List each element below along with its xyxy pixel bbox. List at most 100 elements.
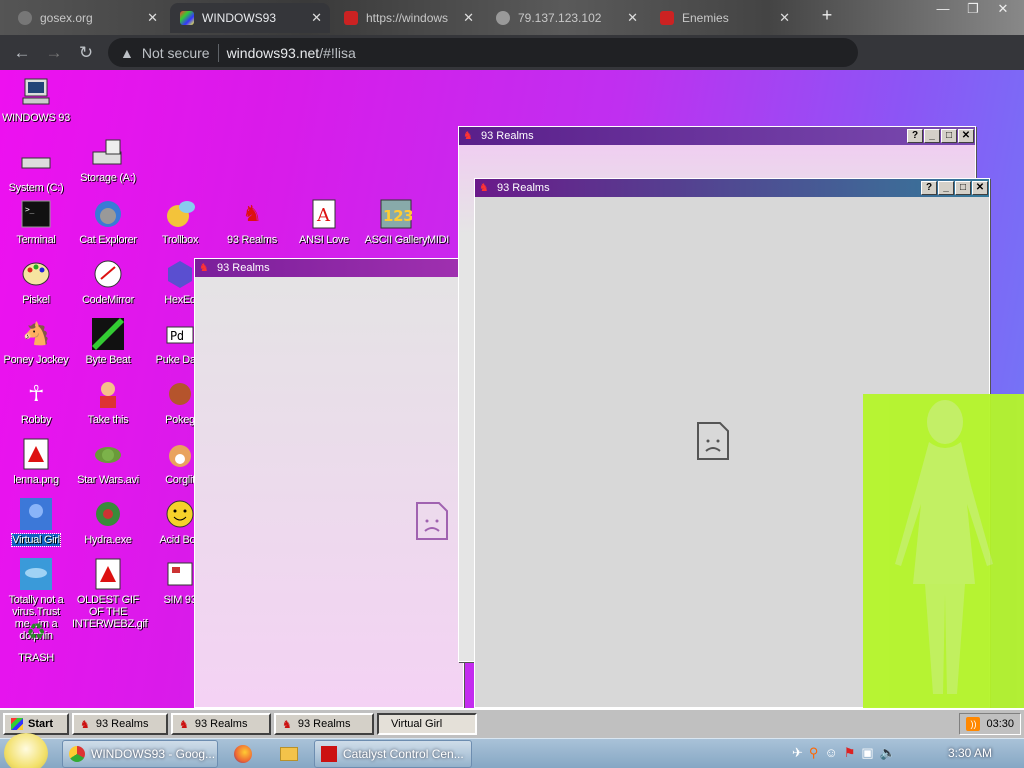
folder-icon[interactable]	[280, 747, 298, 761]
taskbar-button-chrome[interactable]: WINDOWS93 - Goog...	[62, 740, 218, 768]
close-tab-icon[interactable]: ✕	[147, 10, 158, 26]
cat-explorer-icon	[92, 198, 124, 230]
restore-window-button[interactable]: ❐	[958, 0, 988, 18]
window-title: 93 Realms	[217, 262, 270, 274]
window-title: 93 Realms	[497, 182, 550, 194]
minimize-window-button[interactable]: —	[928, 0, 958, 18]
sad-page-icon	[416, 502, 448, 540]
desktop-icon-93-realms[interactable]: ♞ 93 Realms	[216, 198, 288, 247]
close-tab-icon[interactable]: ✕	[779, 10, 790, 26]
pd-icon: Pd	[164, 318, 196, 350]
desktop-icon-system-c[interactable]: System (C:)	[0, 146, 72, 194]
browser-tab[interactable]: Enemies ✕	[650, 3, 798, 33]
robot-icon: ☥	[27, 381, 45, 406]
desktop-icon-midi[interactable]: MIDI	[420, 198, 456, 246]
tray-smiley-icon[interactable]: ☺	[824, 745, 837, 761]
browser-toolbar: ← → ↻ ▲ Not secure windows93.net /#!lisa…	[0, 35, 1024, 97]
maximize-button[interactable]: □	[941, 129, 957, 143]
browser-tab[interactable]: https://windows ✕	[334, 3, 482, 33]
desktop-icon-take-this[interactable]: Take this	[72, 378, 144, 426]
desktop-icon-ansi-love[interactable]: A ANSI Love	[288, 198, 360, 246]
trash-icon: ♻	[26, 619, 46, 644]
desktop-icon-poney-jockey[interactable]: 🐴 Poney Jockey	[0, 318, 72, 367]
codemirror-icon	[92, 258, 124, 290]
desktop-icon-cat-explorer[interactable]: Cat Explorer	[72, 198, 144, 246]
corgi-icon	[164, 438, 196, 470]
reload-icon[interactable]: ↻	[70, 37, 102, 69]
tab-label: 79.137.123.102	[518, 11, 602, 25]
window-titlebar[interactable]: ♞ 93 Realms ? _ □ ✕	[459, 127, 975, 145]
minimize-button[interactable]: _	[924, 129, 940, 143]
desktop-icon-codemirror[interactable]: CodeMirror	[72, 258, 144, 306]
network-icon[interactable]: ▣	[861, 745, 873, 761]
window-titlebar[interactable]: ♞ 93 Realms ? _ □ ✕	[475, 179, 989, 197]
taskbar-button[interactable]: ♞ 93 Realms	[171, 713, 271, 735]
desktop-icon-terminal[interactable]: >_ Terminal	[0, 198, 72, 246]
forward-arrow-icon[interactable]: →	[38, 37, 70, 69]
close-button[interactable]: ✕	[958, 129, 974, 143]
tray-clock: 03:30	[986, 718, 1014, 730]
close-tab-icon[interactable]: ✕	[463, 10, 474, 26]
window-titlebar[interactable]: ♞ 93 Realms	[195, 259, 463, 277]
tray-app-icon[interactable]: ✈	[792, 745, 803, 761]
firefox-icon[interactable]	[234, 745, 252, 763]
back-arrow-icon[interactable]: ←	[6, 37, 38, 69]
terminal-icon: >_	[20, 198, 52, 230]
desktop-icon-trollbox[interactable]: Trollbox	[144, 198, 216, 246]
desktop-icon-star-wars[interactable]: Star Wars.avi	[72, 438, 144, 486]
realms-favicon	[344, 11, 358, 25]
tab-label: WINDOWS93	[202, 11, 277, 25]
realms-icon: ♞	[179, 718, 189, 731]
taskbar-button-active[interactable]: Virtual Girl	[377, 713, 477, 735]
close-button[interactable]: ✕	[972, 181, 988, 195]
host-os-taskbar: WINDOWS93 - Goog... Catalyst Control Cen…	[0, 733, 1024, 768]
desktop-icon-hydra[interactable]: Hydra.exe	[72, 498, 144, 546]
realms-window-1[interactable]: ♞ 93 Realms	[194, 258, 464, 708]
win93-taskbar: Start ♞ 93 Realms ♞ 93 Realms ♞ 93 Realm…	[0, 708, 1024, 738]
close-tab-icon[interactable]: ✕	[627, 10, 638, 26]
taskbar-button[interactable]: ♞ 93 Realms	[72, 713, 168, 735]
address-bar[interactable]: ▲ Not secure windows93.net /#!lisa	[108, 38, 858, 67]
close-window-button[interactable]: ✕	[988, 0, 1018, 18]
taskbar-button-catalyst[interactable]: Catalyst Control Cen...	[314, 740, 472, 768]
dolphin-icon	[20, 558, 52, 590]
taskbar-button[interactable]: ♞ 93 Realms	[274, 713, 374, 735]
tab-label: Enemies	[682, 11, 729, 25]
realms-icon: ♞	[463, 130, 473, 142]
floppy-drive-icon	[92, 136, 124, 168]
warning-icon: ▲	[120, 44, 134, 61]
desktop-icon-windows93[interactable]: WINDOWS 93	[0, 76, 72, 124]
desktop-icon-piskel[interactable]: Piskel	[0, 258, 72, 306]
help-button[interactable]: ?	[907, 129, 923, 143]
desktop-icon-byte-beat[interactable]: Byte Beat	[72, 318, 144, 366]
browser-tab[interactable]: 79.137.123.102 ✕	[486, 3, 646, 33]
start-button[interactable]: Start	[3, 713, 69, 735]
yoda-icon	[92, 438, 124, 470]
security-label[interactable]: Not secure	[142, 45, 210, 61]
desktop-icon-oldest-gif[interactable]: OLDEST GIF OF THE INTERWEBZ.gif	[72, 558, 148, 630]
rss-icon[interactable]: ))	[966, 717, 981, 731]
tab-label: https://windows	[366, 11, 449, 25]
pony-icon: 🐴	[22, 321, 50, 346]
desktop-icon-lenna[interactable]: lenna.png	[0, 438, 72, 486]
svg-text:A: A	[316, 205, 331, 226]
close-tab-icon[interactable]: ✕	[311, 10, 322, 26]
window-title: 93 Realms	[481, 130, 534, 142]
browser-tab[interactable]: gosex.org ✕	[8, 3, 166, 33]
desktop-icon-robby[interactable]: ☥ Robby	[0, 378, 72, 427]
trollbox-icon	[164, 198, 196, 230]
new-tab-button[interactable]: +	[812, 6, 842, 24]
browser-tab-active[interactable]: WINDOWS93 ✕	[170, 3, 330, 33]
desktop-icon-trash[interactable]: ♻ TRASH	[0, 616, 72, 665]
desktop-icon-storage-a[interactable]: Storage (A:)	[72, 136, 144, 184]
help-button[interactable]: ?	[921, 181, 937, 195]
virtual-girl-overlay[interactable]	[863, 394, 1024, 708]
start-orb-icon[interactable]	[4, 733, 48, 768]
maximize-button[interactable]: □	[955, 181, 971, 195]
tray-search-icon[interactable]: ⚲	[809, 745, 819, 761]
virtual-girl-figure	[895, 400, 993, 694]
volume-icon[interactable]: 🔈	[880, 745, 896, 761]
desktop-icon-virtual-girl[interactable]: Virtual Girl	[0, 498, 72, 547]
tray-flag-icon[interactable]: ⚑	[844, 745, 856, 761]
minimize-button[interactable]: _	[938, 181, 954, 195]
